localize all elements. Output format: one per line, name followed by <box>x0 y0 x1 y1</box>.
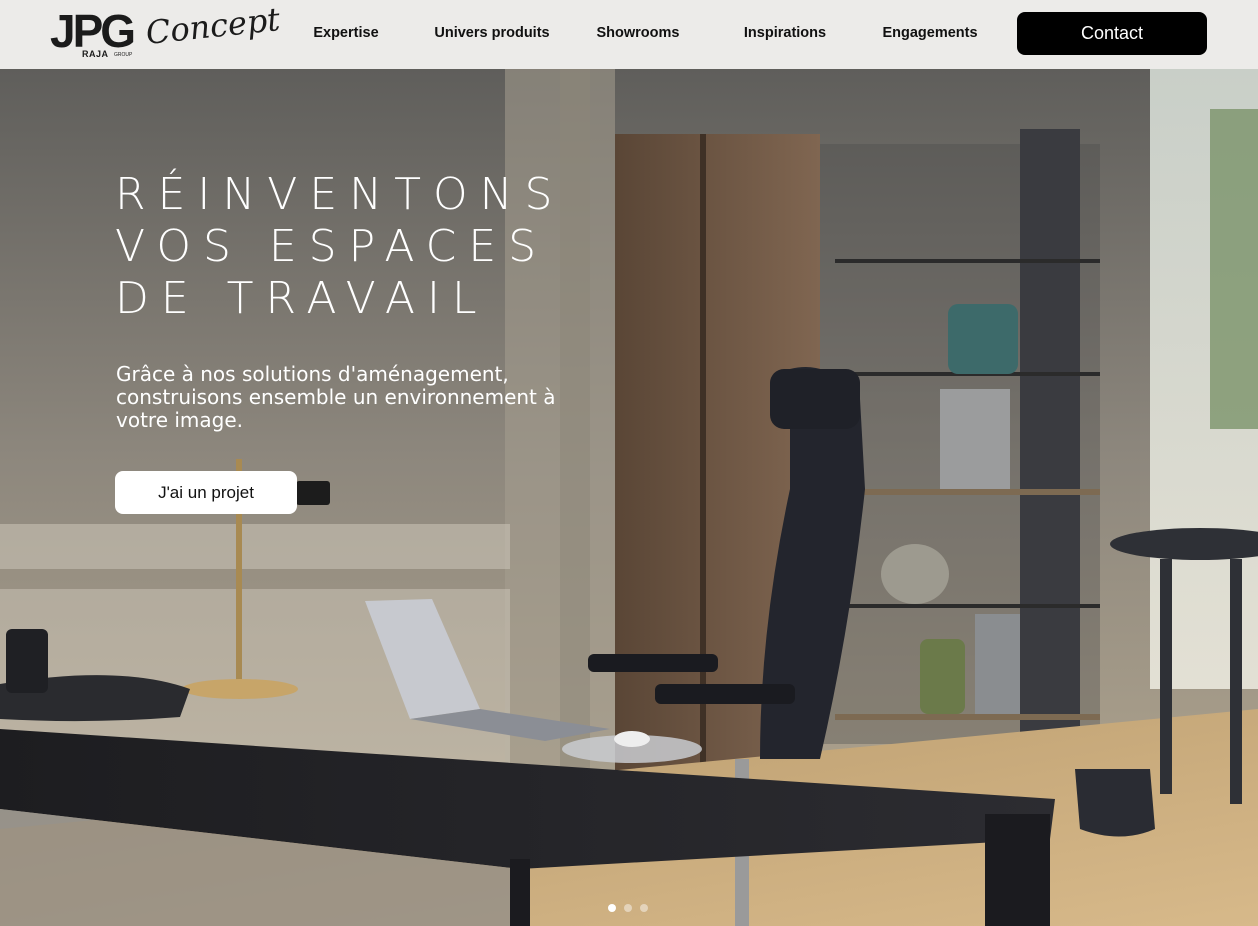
nav-item-showrooms[interactable]: Showrooms <box>588 25 688 45</box>
carousel-dot-2[interactable] <box>624 904 632 912</box>
hero-subtitle: Grâce à nos solutions d'aménagement, con… <box>116 362 556 432</box>
jpg-concept-logo[interactable]: JPG RAJA GROUP Concept <box>50 0 282 62</box>
project-button[interactable]: J'ai un projet <box>115 471 297 514</box>
carousel-dot-3[interactable] <box>640 904 648 912</box>
hero-title-line-3: DE TRAVAIL <box>115 273 489 324</box>
nav-item-engagements[interactable]: Engagements <box>874 25 986 45</box>
carousel-dots <box>608 904 648 912</box>
nav-item-expertise[interactable]: Expertise <box>296 25 396 45</box>
logo-raja: RAJA <box>82 49 109 59</box>
hero-banner: RÉINVENTONS VOS ESPACES DE TRAVAIL Grâce… <box>0 69 1258 926</box>
nav-item-inspirations[interactable]: Inspirations <box>733 25 837 45</box>
logo-mark: JPG <box>50 5 136 57</box>
hero-title-line-1: RÉINVENTONS <box>115 169 565 220</box>
contact-button[interactable]: Contact <box>1017 12 1207 55</box>
logo-group: GROUP <box>114 52 133 58</box>
logo-script: Concept <box>144 0 282 52</box>
site-header: JPG RAJA GROUP Concept Expertise Univers… <box>0 0 1258 69</box>
hero-title: RÉINVENTONS VOS ESPACES DE TRAVAIL <box>115 169 635 325</box>
hero-title-line-2: VOS ESPACES <box>115 221 549 272</box>
nav-item-univers-produits[interactable]: Univers produits <box>428 25 556 45</box>
carousel-dot-1[interactable] <box>608 904 616 912</box>
